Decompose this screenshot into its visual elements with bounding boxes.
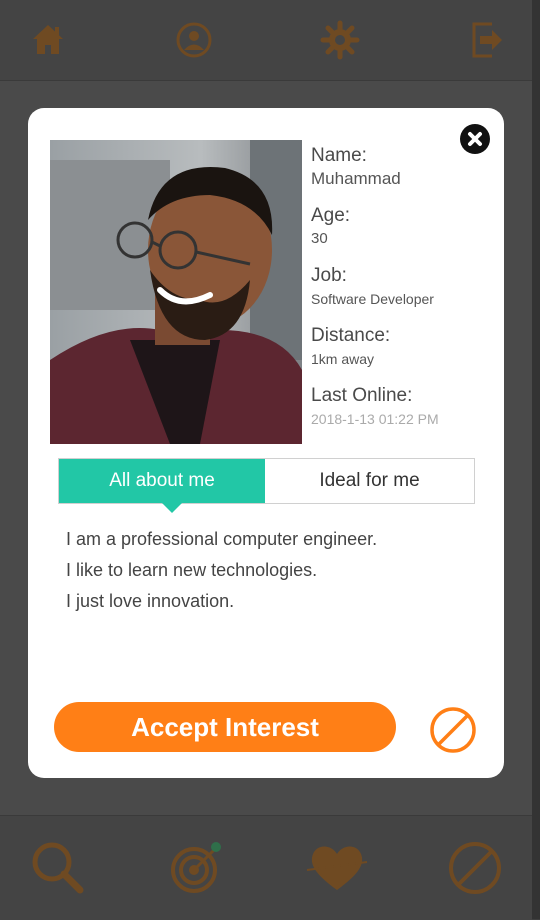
profile-modal: Name: Muhammad Age: 30 Job: Software Dev… <box>28 108 504 778</box>
cupid-heart-icon[interactable] <box>305 840 369 899</box>
about-line: I am a professional computer engineer. <box>66 529 378 549</box>
job-label: Job: <box>311 265 347 286</box>
distance-label: Distance: <box>311 325 391 346</box>
profile-tabs: All about me Ideal for me <box>58 458 475 504</box>
target-icon[interactable] <box>168 838 226 901</box>
about-text: I am a professional computer engineer. I… <box>66 524 486 617</box>
search-icon[interactable] <box>30 840 86 901</box>
profile-icon[interactable] <box>175 21 213 64</box>
name-label: Name: <box>311 145 367 166</box>
bottom-nav-bar <box>0 815 532 920</box>
name-value: Muhammad <box>311 169 401 188</box>
tab-ideal-for-me[interactable]: Ideal for me <box>265 459 474 503</box>
block-icon <box>430 707 476 753</box>
home-icon[interactable] <box>30 22 66 63</box>
scroll-edge <box>532 0 540 919</box>
distance-value: 1km away <box>311 351 375 367</box>
block-button[interactable] <box>429 706 477 754</box>
last-online-label: Last Online: <box>311 385 413 406</box>
job-value: Software Developer <box>311 291 434 307</box>
logout-icon[interactable] <box>470 20 506 65</box>
age-value: 30 <box>311 230 328 247</box>
accept-interest-button[interactable]: Accept Interest <box>54 702 396 752</box>
tab-all-about-me[interactable]: All about me <box>59 459 265 503</box>
settings-icon[interactable] <box>320 20 360 65</box>
about-line: I like to learn new technologies. <box>66 560 318 580</box>
active-tab-indicator <box>161 502 183 513</box>
block-icon[interactable] <box>447 840 503 901</box>
top-nav-bar <box>0 0 532 81</box>
about-line: I just love innovation. <box>66 591 235 611</box>
last-online-value: 2018-1-13 01:22 PM <box>311 411 439 427</box>
profile-info: Name: Muhammad Age: 30 Job: Software Dev… <box>311 144 501 444</box>
age-label: Age: <box>311 205 351 226</box>
profile-photo <box>50 140 302 444</box>
